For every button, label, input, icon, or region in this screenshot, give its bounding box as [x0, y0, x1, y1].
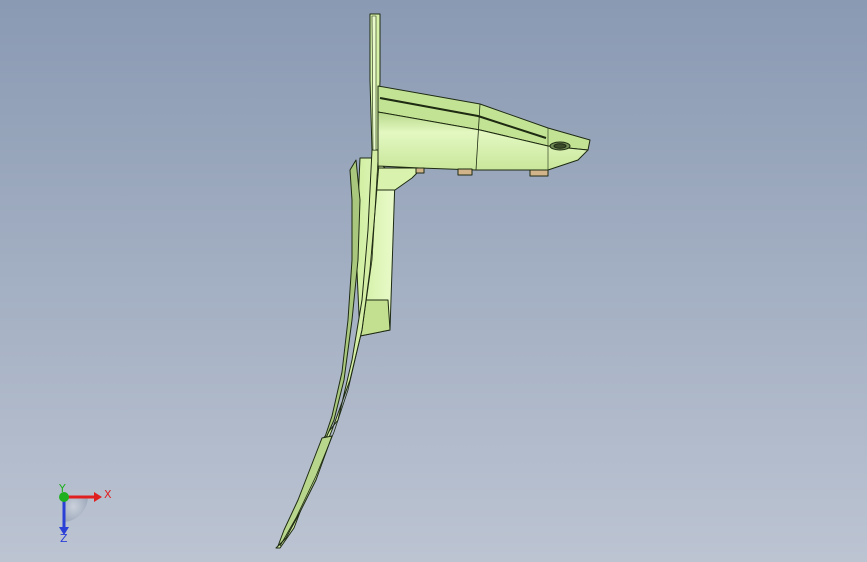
x-axis-label: X: [104, 488, 112, 501]
viewport-canvas[interactable]: X Y Z: [0, 0, 867, 562]
y-axis-label: Y: [58, 482, 66, 495]
arm-tab-stub: [415, 167, 425, 174]
vertical-plate-side: [371, 15, 377, 151]
mounting-hole-inner: [553, 143, 567, 149]
viewport-background: [0, 0, 867, 562]
z-axis-label: Z: [60, 532, 68, 545]
cad-graphics-viewport[interactable]: X Y Z: [0, 0, 867, 562]
arm-tab-right[interactable]: [529, 169, 549, 177]
arm-tab-left[interactable]: [457, 168, 473, 176]
